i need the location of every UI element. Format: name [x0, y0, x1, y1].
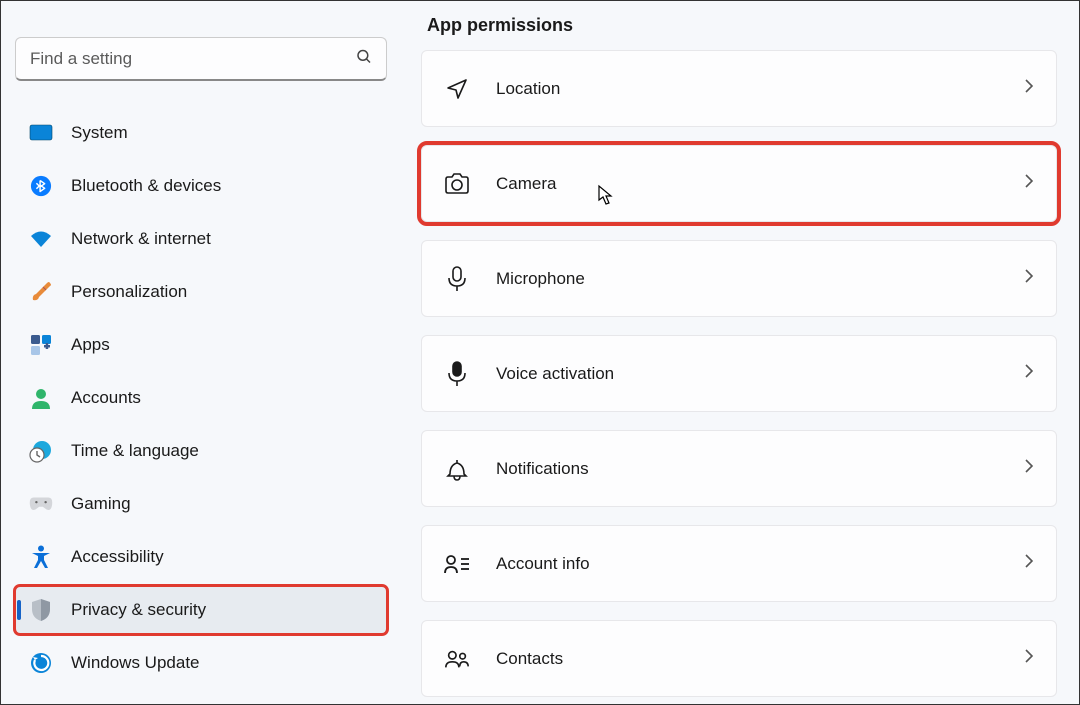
sidebar-item-apps[interactable]: Apps	[15, 321, 387, 369]
sidebar-item-label: Accessibility	[71, 547, 164, 567]
sidebar-item-label: Windows Update	[71, 653, 200, 673]
sidebar-item-accounts[interactable]: Accounts	[15, 374, 387, 422]
sidebar-nav: System Bluetooth & devices Network & int…	[15, 109, 387, 687]
sidebar-item-label: Bluetooth & devices	[71, 176, 221, 196]
chevron-right-icon	[1024, 78, 1034, 99]
system-icon	[29, 121, 53, 145]
section-title: App permissions	[427, 15, 1057, 36]
permission-item-microphone[interactable]: Microphone	[421, 240, 1057, 317]
sidebar-item-accessibility[interactable]: Accessibility	[15, 533, 387, 581]
location-icon	[444, 76, 470, 102]
chevron-right-icon	[1024, 553, 1034, 574]
bell-icon	[444, 456, 470, 482]
wifi-icon	[29, 227, 53, 251]
chevron-right-icon	[1024, 363, 1034, 384]
sidebar-item-time-language[interactable]: Time & language	[15, 427, 387, 475]
sidebar-item-label: System	[71, 123, 128, 143]
sidebar-item-personalization[interactable]: Personalization	[15, 268, 387, 316]
bluetooth-icon	[29, 174, 53, 198]
search-field[interactable]	[15, 37, 387, 81]
update-icon	[29, 651, 53, 675]
sidebar-item-label: Network & internet	[71, 229, 211, 249]
sidebar-item-label: Apps	[71, 335, 110, 355]
sidebar-item-network[interactable]: Network & internet	[15, 215, 387, 263]
sidebar-item-system[interactable]: System	[15, 109, 387, 157]
sidebar-item-label: Privacy & security	[71, 600, 206, 620]
account-info-icon	[444, 551, 470, 577]
chevron-right-icon	[1024, 268, 1034, 289]
permission-label: Account info	[496, 554, 998, 574]
search-input[interactable]	[15, 37, 387, 81]
accessibility-icon	[29, 545, 53, 569]
voice-icon	[444, 361, 470, 387]
account-icon	[29, 386, 53, 410]
chevron-right-icon	[1024, 648, 1034, 669]
camera-icon	[444, 171, 470, 197]
permission-item-location[interactable]: Location	[421, 50, 1057, 127]
clock-globe-icon	[29, 439, 53, 463]
chevron-right-icon	[1024, 173, 1034, 194]
permission-label: Voice activation	[496, 364, 998, 384]
chevron-right-icon	[1024, 458, 1034, 479]
apps-icon	[29, 333, 53, 357]
permission-label: Microphone	[496, 269, 998, 289]
sidebar-item-label: Gaming	[71, 494, 131, 514]
permission-label: Location	[496, 79, 998, 99]
permission-item-contacts[interactable]: Contacts	[421, 620, 1057, 697]
gamepad-icon	[29, 492, 53, 516]
search-icon	[355, 48, 373, 71]
sidebar-item-label: Time & language	[71, 441, 199, 461]
sidebar-item-label: Personalization	[71, 282, 187, 302]
permission-item-notifications[interactable]: Notifications	[421, 430, 1057, 507]
microphone-icon	[444, 266, 470, 292]
brush-icon	[29, 280, 53, 304]
sidebar-item-gaming[interactable]: Gaming	[15, 480, 387, 528]
permission-label: Notifications	[496, 459, 998, 479]
contacts-icon	[444, 646, 470, 672]
permission-item-account-info[interactable]: Account info	[421, 525, 1057, 602]
sidebar-item-windows-update[interactable]: Windows Update	[15, 639, 387, 687]
main-content: App permissions Location Camera Microph	[401, 1, 1079, 704]
shield-icon	[29, 598, 53, 622]
permission-label: Camera	[496, 174, 998, 194]
sidebar-item-label: Accounts	[71, 388, 141, 408]
sidebar-item-bluetooth[interactable]: Bluetooth & devices	[15, 162, 387, 210]
sidebar: System Bluetooth & devices Network & int…	[1, 1, 401, 704]
sidebar-item-privacy-security[interactable]: Privacy & security	[15, 586, 387, 634]
permission-item-camera[interactable]: Camera	[421, 145, 1057, 222]
permission-label: Contacts	[496, 649, 998, 669]
permission-item-voice-activation[interactable]: Voice activation	[421, 335, 1057, 412]
